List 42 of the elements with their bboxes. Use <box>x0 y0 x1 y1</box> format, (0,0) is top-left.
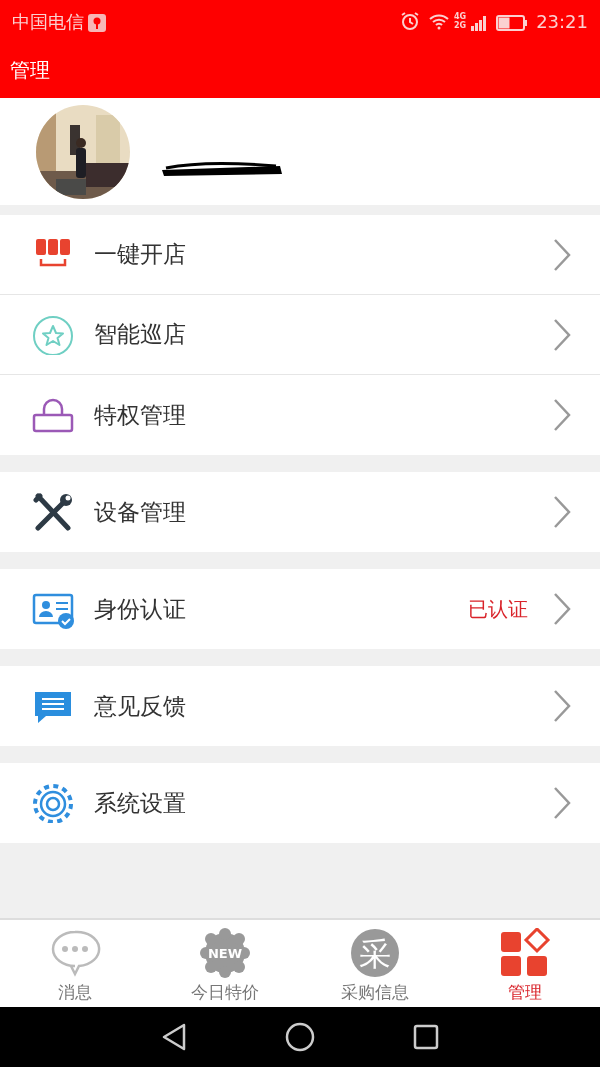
clock-time: 23:21 <box>536 9 588 34</box>
chevron-right-icon <box>552 591 572 627</box>
chevron-right-icon <box>552 397 572 433</box>
menu-label: 系统设置 <box>94 788 186 818</box>
recents-button[interactable] <box>412 1023 440 1051</box>
home-button[interactable] <box>284 1021 316 1053</box>
chat-bubble-icon <box>49 928 101 978</box>
tab[interactable]: NEW 今日特价 <box>150 920 300 1007</box>
menu-item[interactable]: 设备管理 <box>0 472 600 552</box>
settings-icon <box>32 783 74 823</box>
chevron-right-icon <box>552 785 572 821</box>
menu-item[interactable]: 系统设置 <box>0 763 600 843</box>
menu-label: 特权管理 <box>94 400 186 430</box>
purchase-icon: 采 <box>349 928 401 978</box>
tab[interactable]: 管理 <box>450 920 600 1007</box>
menu-label: 一键开店 <box>94 240 186 270</box>
menu-item[interactable]: 意见反馈 <box>0 666 600 746</box>
tools-icon <box>32 492 74 532</box>
tab[interactable]: 消息 <box>0 920 150 1007</box>
menu-item[interactable]: 智能巡店 <box>0 295 600 375</box>
menu-item[interactable]: 身份认证 已认证 <box>0 569 600 649</box>
grid-icon <box>499 928 551 978</box>
signal-icon <box>470 13 489 32</box>
star-icon <box>32 314 74 355</box>
menu-item[interactable]: 一键开店 <box>0 215 600 295</box>
status-text: 已认证 <box>468 596 528 623</box>
page-title: 管理 <box>10 57 50 84</box>
chevron-right-icon <box>552 494 572 530</box>
back-button[interactable] <box>160 1022 188 1052</box>
carrier-name: 中国电信 <box>12 9 84 34</box>
alarm-icon <box>400 11 420 31</box>
network-type: 4G 2G <box>454 12 467 30</box>
menu-item[interactable]: 特权管理 <box>0 375 600 455</box>
menu-label: 智能巡店 <box>94 320 186 350</box>
tab[interactable]: 采 采购信息 <box>300 920 450 1007</box>
chevron-right-icon <box>552 688 572 724</box>
menu-label: 身份认证 <box>94 594 186 624</box>
menu-label: 设备管理 <box>94 497 186 527</box>
location-pin-icon <box>88 13 106 32</box>
wifi-icon <box>428 12 450 30</box>
battery-icon <box>496 14 529 31</box>
menu-label: 意见反馈 <box>94 691 186 721</box>
